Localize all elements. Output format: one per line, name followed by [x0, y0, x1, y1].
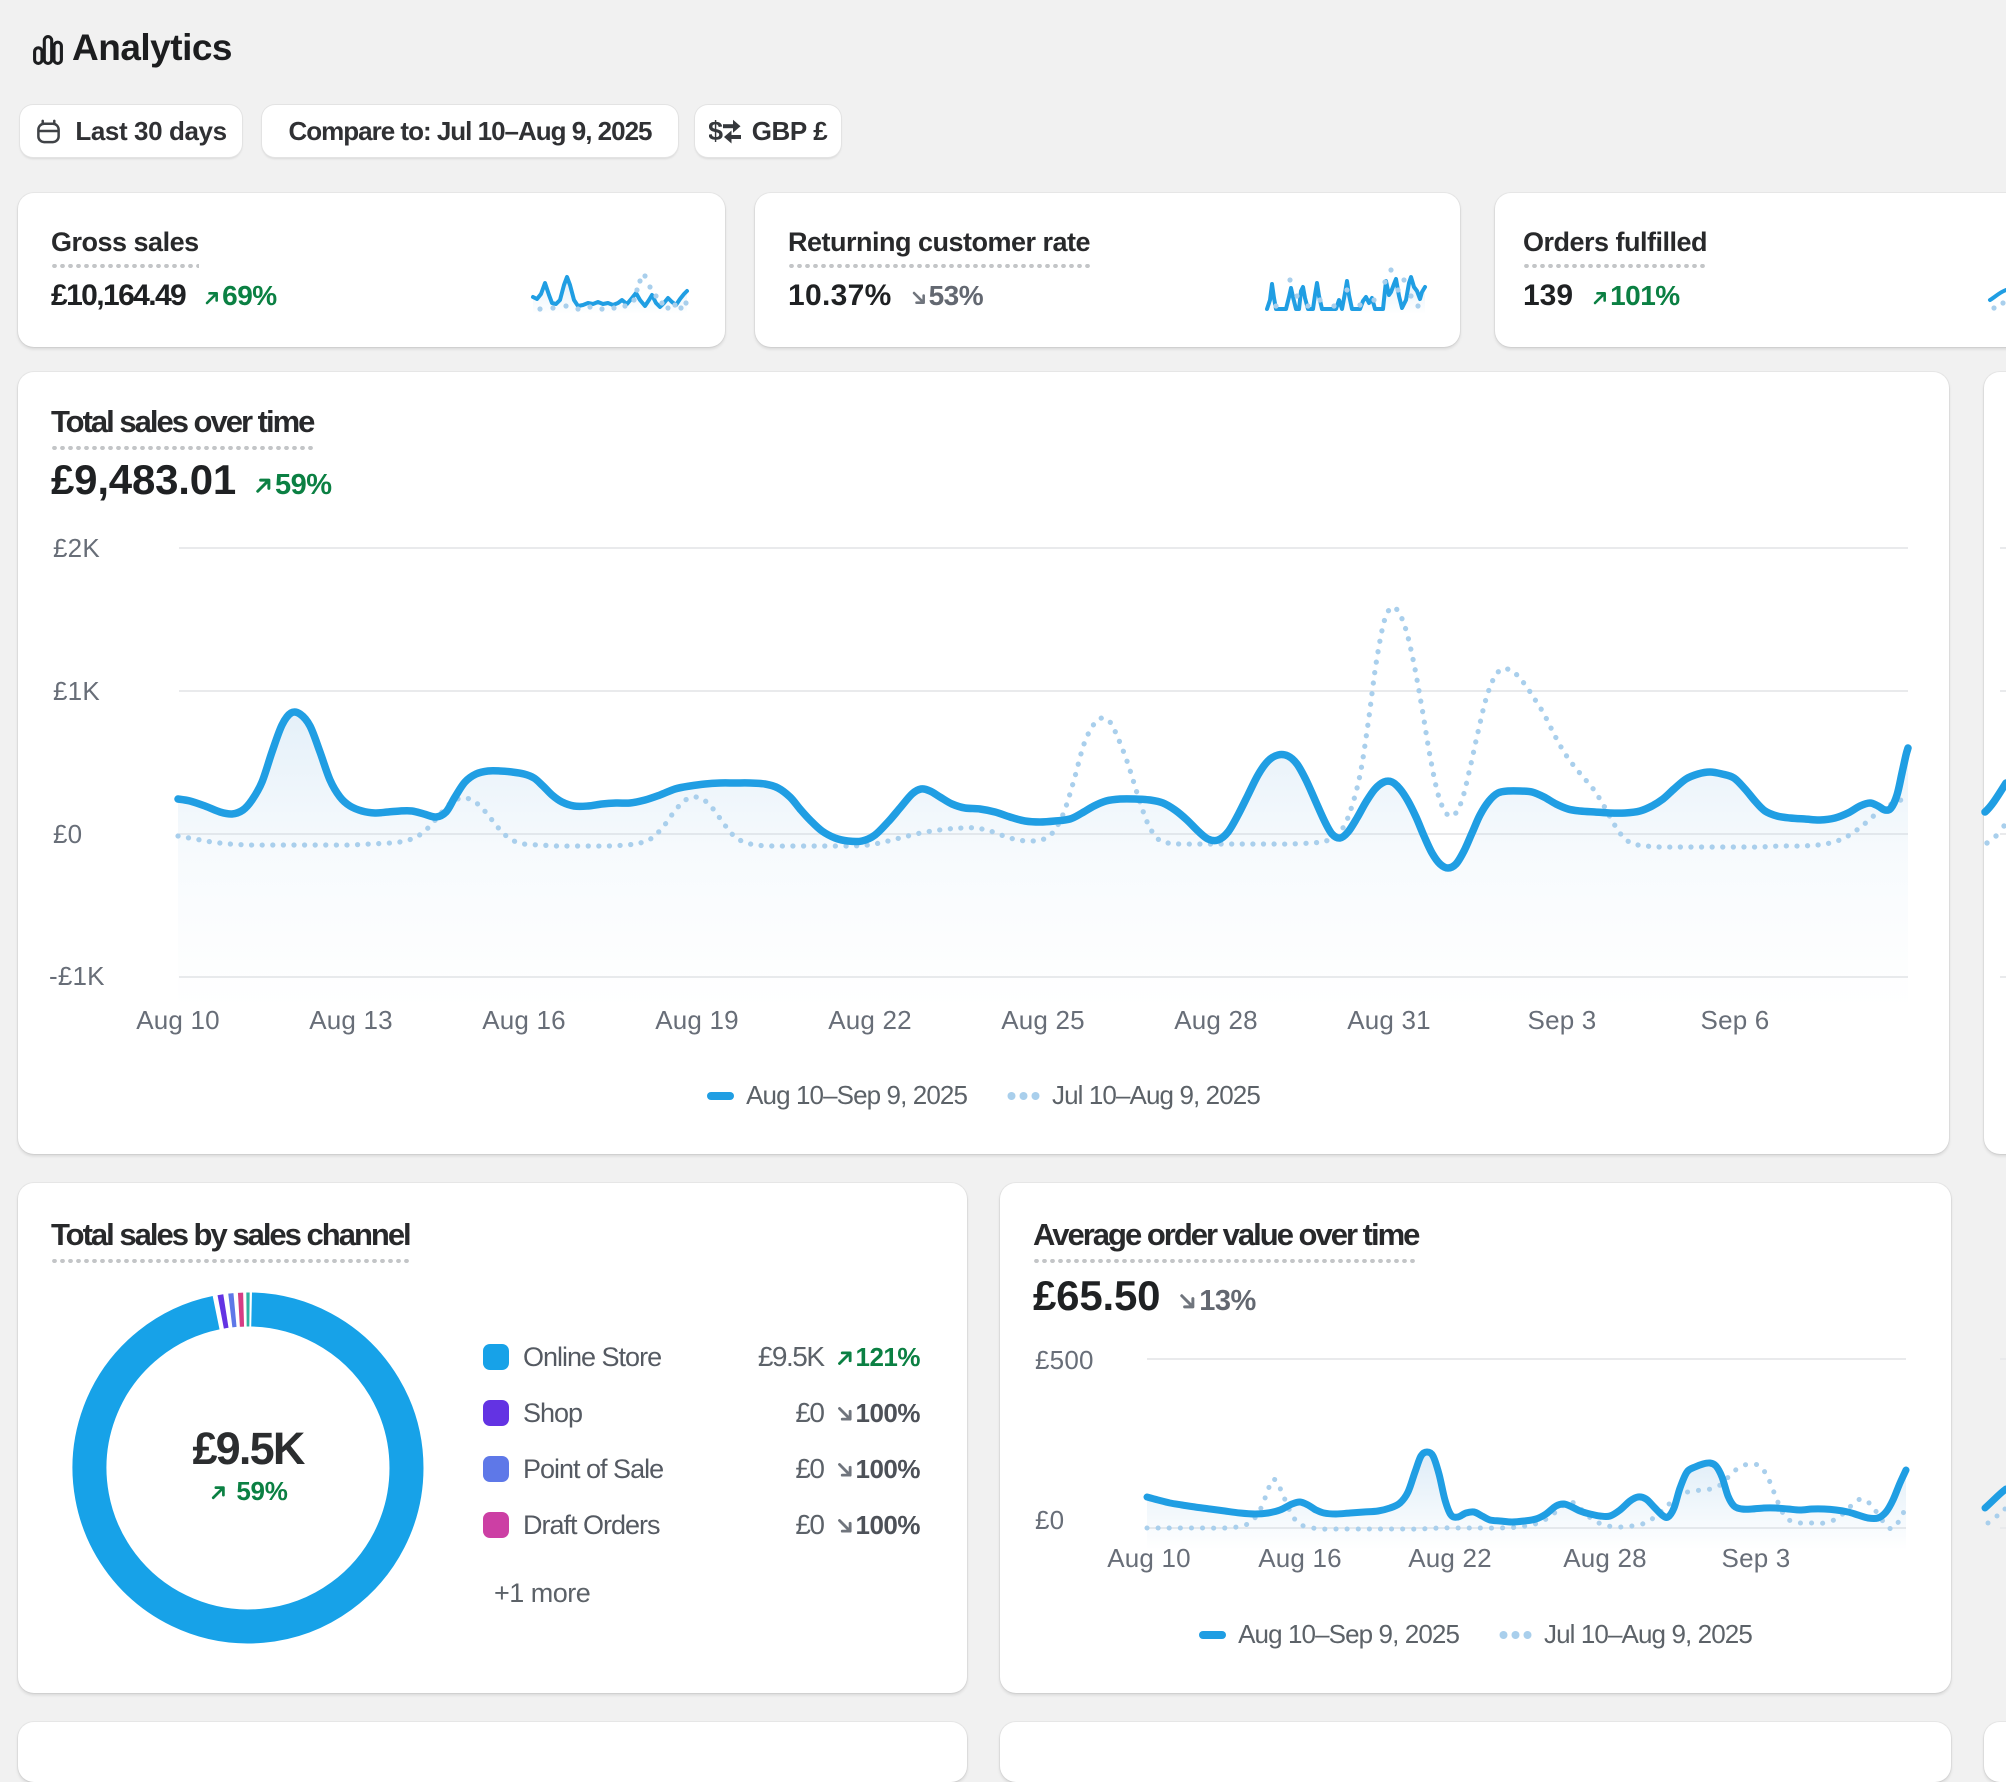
- svg-text:$: $: [709, 116, 723, 146]
